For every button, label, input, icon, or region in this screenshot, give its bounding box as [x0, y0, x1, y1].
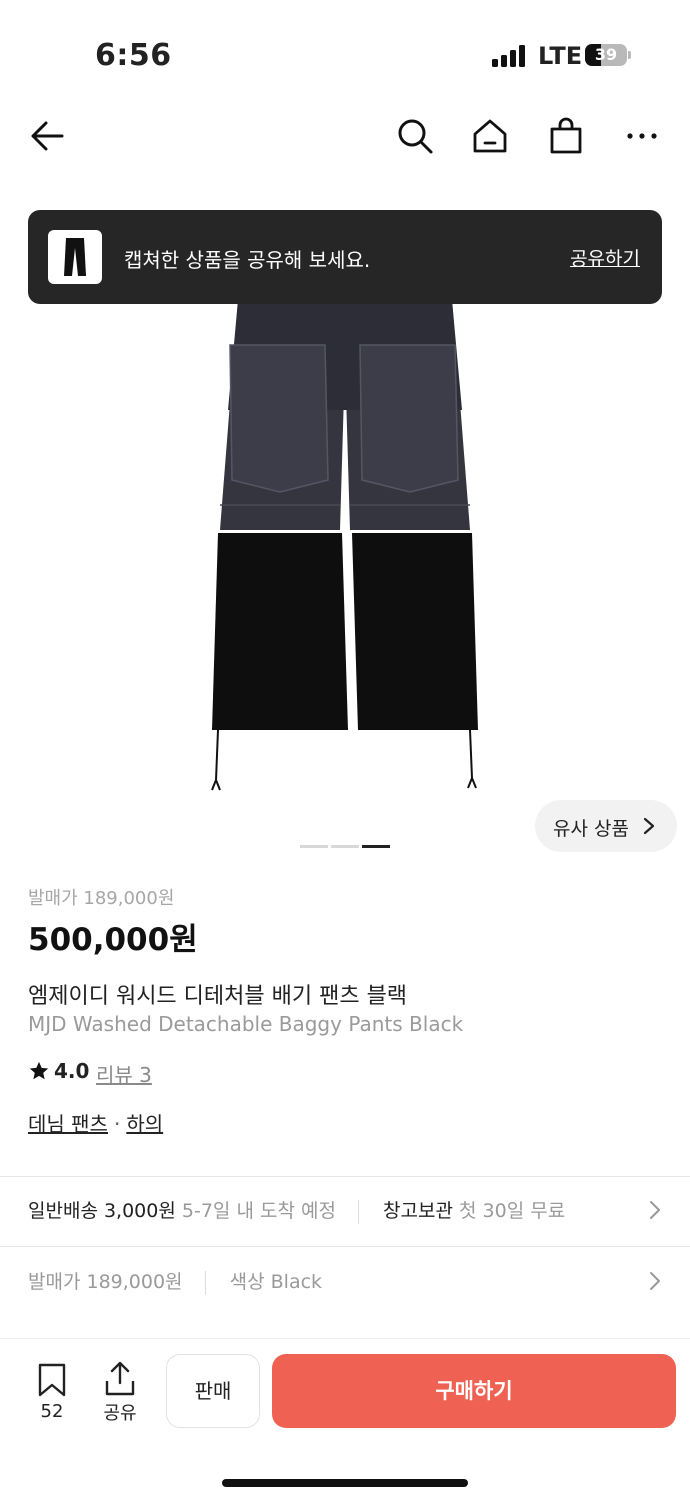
share-button[interactable]: 공유	[98, 1361, 142, 1425]
shopping-bag-icon[interactable]	[546, 116, 586, 156]
home-indicator	[222, 1479, 468, 1487]
section-divider	[0, 1246, 690, 1247]
bookmark-button[interactable]: 52	[30, 1363, 74, 1422]
page-indicator-active	[362, 845, 390, 848]
battery-level: 39	[594, 45, 618, 64]
chevron-right-icon	[650, 1201, 660, 1219]
shipping-eta: 5-7일 내 도착 예정	[181, 1200, 336, 1222]
buy-button[interactable]: 구매하기	[272, 1354, 676, 1428]
top-nav	[0, 108, 690, 164]
share-label: 공유	[103, 1403, 137, 1424]
share-toast: 캡쳐한 상품을 공유해 보세요. 공유하기	[28, 210, 662, 304]
category-link-denim[interactable]: 데님 팬츠	[28, 1112, 108, 1136]
current-price: 500,000원	[28, 922, 198, 958]
status-time: 6:56	[95, 38, 172, 73]
release-price: 발매가 189,000원	[28, 888, 175, 909]
delivery-row[interactable]: 일반배송 3,000원 5-7일 내 도착 예정 창고보관 첫 30일 무료	[28, 1196, 662, 1236]
similar-products-label: 유사 상품	[553, 818, 629, 840]
home-icon[interactable]	[470, 116, 510, 156]
option-release-price: 발매가 189,000원	[28, 1271, 183, 1293]
toast-message: 캡쳐한 상품을 공유해 보세요.	[124, 248, 371, 272]
category-breadcrumb: 데님 팬츠 · 하의	[28, 1112, 164, 1136]
more-icon[interactable]	[622, 116, 662, 156]
chevron-right-icon	[650, 1272, 660, 1290]
storage-note: 첫 30일 무료	[459, 1200, 566, 1222]
network-label: LTE	[538, 42, 583, 70]
product-name-korean: 엠제이디 워시드 디테처블 배기 팬츠 블랙	[28, 984, 408, 1009]
toast-share-link[interactable]: 공유하기	[570, 244, 640, 271]
section-divider	[0, 1176, 690, 1177]
star-icon	[29, 1061, 49, 1080]
gallery-pagination	[300, 845, 390, 849]
category-link-bottoms[interactable]: 하의	[126, 1112, 163, 1136]
status-bar: 6:56 LTE 39	[0, 0, 690, 100]
page-indicator	[300, 845, 328, 848]
option-row[interactable]: 발매가 189,000원 색상 Black	[28, 1267, 662, 1307]
search-icon[interactable]	[395, 116, 435, 156]
back-arrow-icon[interactable]	[28, 116, 68, 156]
bookmark-icon	[38, 1363, 66, 1397]
captured-thumbnail	[48, 230, 102, 284]
pants-thumbnail-icon	[64, 238, 86, 276]
cellular-signal-icon	[492, 45, 526, 67]
similar-products-button[interactable]: 유사 상품	[535, 800, 677, 852]
page-indicator	[331, 845, 359, 848]
share-icon	[105, 1361, 135, 1396]
battery-icon: 39	[585, 44, 627, 66]
sell-button[interactable]: 판매	[166, 1354, 260, 1428]
shipping-fee: 일반배송 3,000원	[28, 1200, 176, 1222]
option-color: 색상 Black	[229, 1271, 323, 1293]
chevron-right-icon	[643, 817, 655, 835]
bottom-action-bar: 52 공유 판매 구매하기	[0, 1338, 690, 1500]
review-link[interactable]: 리뷰 3	[96, 1059, 152, 1088]
product-name-english: MJD Washed Detachable Baggy Pants Black	[28, 1012, 464, 1036]
bookmark-count: 52	[40, 1401, 64, 1422]
rating-score: 4.0	[54, 1059, 90, 1083]
product-image	[211, 300, 478, 791]
storage-label: 창고보관	[383, 1200, 453, 1222]
